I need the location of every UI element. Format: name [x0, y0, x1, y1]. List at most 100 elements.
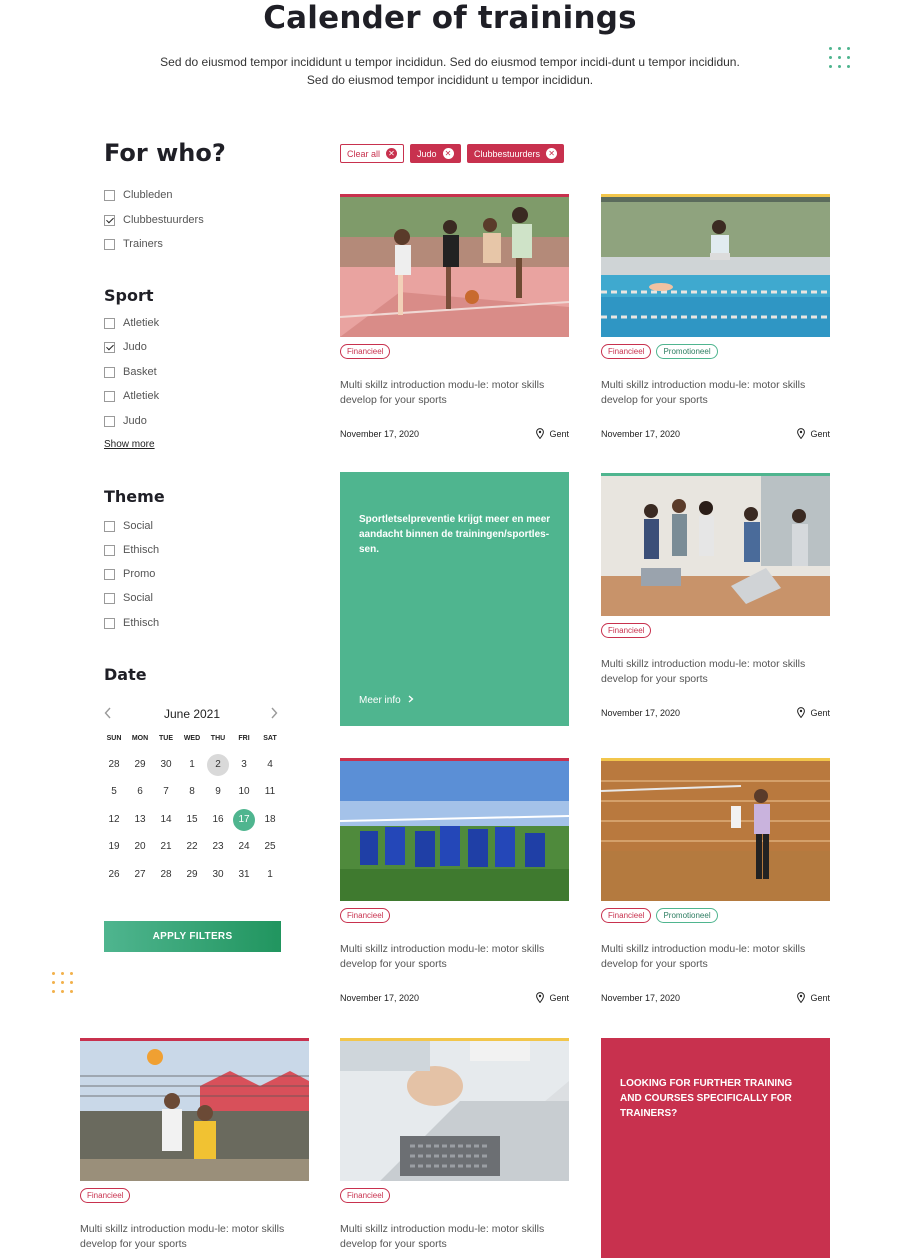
meer-info-link[interactable]: Meer info	[359, 695, 414, 706]
checkbox-atletiek-2[interactable]: Atletiek	[104, 389, 159, 403]
checkbox-icon[interactable]	[104, 617, 115, 629]
training-card[interactable]: Financieel Multi skillz introduction modu…	[340, 194, 569, 439]
chip-judo[interactable]: Judo ✕	[410, 144, 461, 163]
checkbox-icon[interactable]	[104, 544, 115, 556]
card-description[interactable]: Multi skillz introduction modu-le: motor…	[340, 942, 569, 972]
calendar-day[interactable]: 9	[207, 781, 229, 803]
close-icon[interactable]: ✕	[546, 148, 558, 159]
badminton-gym-photo[interactable]	[601, 761, 830, 901]
calendar-day[interactable]: 2	[207, 754, 229, 776]
calendar-day[interactable]: 1	[181, 754, 203, 776]
tag-badge[interactable]: Financieel	[601, 623, 652, 638]
tag-badge[interactable]: Financieel	[80, 1188, 131, 1203]
checkbox-icon[interactable]	[104, 390, 115, 402]
clear-all-chip[interactable]: Clear all ✕	[340, 144, 405, 163]
calendar-day[interactable]: 19	[103, 836, 125, 858]
calendar-day[interactable]: 13	[129, 809, 151, 831]
checkbox-icon[interactable]	[104, 568, 115, 580]
calendar-day[interactable]: 26	[103, 864, 125, 886]
tag-badge[interactable]: Financieel	[340, 344, 391, 359]
checkbox-ethisch-2[interactable]: Ethisch	[104, 616, 159, 630]
checkbox-trainers[interactable]: Trainers	[104, 237, 163, 251]
chevron-left-icon[interactable]	[104, 706, 112, 722]
tag-badge[interactable]: Financieel	[340, 1188, 391, 1203]
tag-badge[interactable]: Financieel	[601, 344, 652, 359]
training-card[interactable]: Financieel Multi skillz introduction modu…	[340, 758, 569, 1003]
tag-badge[interactable]: Financieel	[601, 908, 652, 923]
checkbox-icon[interactable]	[104, 520, 115, 532]
card-description[interactable]: Multi skillz introduction modu-le: motor…	[601, 378, 830, 408]
checkbox-icon[interactable]	[104, 189, 115, 201]
card-description[interactable]: Multi skillz introduction modu-le: motor…	[601, 942, 830, 972]
calendar-day[interactable]: 24	[233, 836, 255, 858]
calendar-day[interactable]: 18	[259, 809, 281, 831]
laptop-desk-photo[interactable]	[340, 1041, 569, 1181]
tag-badge[interactable]: Financieel	[340, 908, 391, 923]
calendar-day[interactable]: 1	[259, 864, 281, 886]
card-description[interactable]: Multi skillz introduction modu-le: motor…	[340, 1222, 569, 1252]
calendar-day[interactable]: 30	[155, 754, 177, 776]
checkbox-clubbestuurders[interactable]: Clubbestuurders	[104, 213, 204, 227]
calendar-day[interactable]: 11	[259, 781, 281, 803]
card-description[interactable]: Multi skillz introduction modu-le: motor…	[601, 657, 830, 687]
checkbox-checked-icon[interactable]	[104, 341, 115, 353]
chevron-right-icon[interactable]	[270, 706, 278, 722]
checkbox-social[interactable]: Social	[104, 519, 153, 533]
training-card[interactable]: Financieel Promotioneel Multi skillz intro…	[601, 194, 830, 439]
checkbox-icon[interactable]	[104, 415, 115, 427]
calendar-day[interactable]: 30	[207, 864, 229, 886]
cta-card[interactable]: LOOKING FOR FURTHER TRAINING AND COURSES…	[601, 1038, 830, 1258]
promo-card[interactable]: Sportletselpreventie krijgt meer en meer…	[340, 472, 569, 726]
checkbox-social-2[interactable]: Social	[104, 591, 153, 605]
training-card[interactable]: Financieel Multi skillz introduction modu…	[601, 473, 830, 718]
calendar-day[interactable]: 21	[155, 836, 177, 858]
calendar-day[interactable]: 28	[155, 864, 177, 886]
checkbox-ethisch[interactable]: Ethisch	[104, 543, 159, 557]
calendar-day[interactable]: 14	[155, 809, 177, 831]
calendar-day[interactable]: 10	[233, 781, 255, 803]
volleyball-photo[interactable]	[80, 1041, 309, 1181]
calendar-day[interactable]: 15	[181, 809, 203, 831]
card-description[interactable]: Multi skillz introduction modu-le: motor…	[340, 378, 569, 408]
meeting-room-photo[interactable]	[601, 476, 830, 616]
calendar-day[interactable]: 31	[233, 864, 255, 886]
calendar-day[interactable]: 4	[259, 754, 281, 776]
checkbox-judo-2[interactable]: Judo	[104, 414, 147, 428]
calendar-day[interactable]: 29	[181, 864, 203, 886]
checkbox-judo[interactable]: Judo	[104, 340, 147, 354]
swimming-pool-photo[interactable]	[601, 197, 830, 337]
checkbox-icon[interactable]	[104, 366, 115, 378]
calendar-day[interactable]: 25	[259, 836, 281, 858]
calendar-day[interactable]: 8	[181, 781, 203, 803]
checkbox-clubleden[interactable]: Clubleden	[104, 188, 173, 202]
football-team-photo[interactable]	[340, 761, 569, 901]
checkbox-icon[interactable]	[104, 238, 115, 250]
calendar-day[interactable]: 5	[103, 781, 125, 803]
calendar-day[interactable]: 12	[103, 809, 125, 831]
close-icon[interactable]: ✕	[386, 148, 398, 159]
calendar-day[interactable]: 6	[129, 781, 151, 803]
training-card[interactable]: Financieel Multi skillz introduction modu…	[340, 1038, 569, 1252]
basketball-photo[interactable]	[340, 197, 569, 337]
calendar-day[interactable]: 17	[233, 809, 255, 831]
checkbox-icon[interactable]	[104, 592, 115, 604]
checkbox-basket[interactable]: Basket	[104, 365, 157, 379]
training-card[interactable]: Financieel Promotioneel Multi skillz intro…	[601, 758, 830, 1003]
training-card[interactable]: Financieel Multi skillz introduction modu…	[80, 1038, 309, 1252]
checkbox-atletiek[interactable]: Atletiek	[104, 316, 159, 330]
apply-filters-button[interactable]: APPLY FILTERS	[104, 921, 281, 952]
calendar-day[interactable]: 16	[207, 809, 229, 831]
card-description[interactable]: Multi skillz introduction modu-le: motor…	[80, 1222, 309, 1252]
calendar-day[interactable]: 22	[181, 836, 203, 858]
chip-clubbestuurders[interactable]: Clubbestuurders ✕	[467, 144, 565, 163]
calendar-day[interactable]: 20	[129, 836, 151, 858]
calendar-day[interactable]: 23	[207, 836, 229, 858]
tag-badge[interactable]: Promotioneel	[656, 908, 718, 923]
tag-badge[interactable]: Promotioneel	[656, 344, 718, 359]
calendar-day[interactable]: 7	[155, 781, 177, 803]
calendar-day[interactable]: 3	[233, 754, 255, 776]
close-icon[interactable]: ✕	[442, 148, 454, 159]
calendar-day[interactable]: 27	[129, 864, 151, 886]
calendar-day[interactable]: 28	[103, 754, 125, 776]
checkbox-icon[interactable]	[104, 317, 115, 329]
